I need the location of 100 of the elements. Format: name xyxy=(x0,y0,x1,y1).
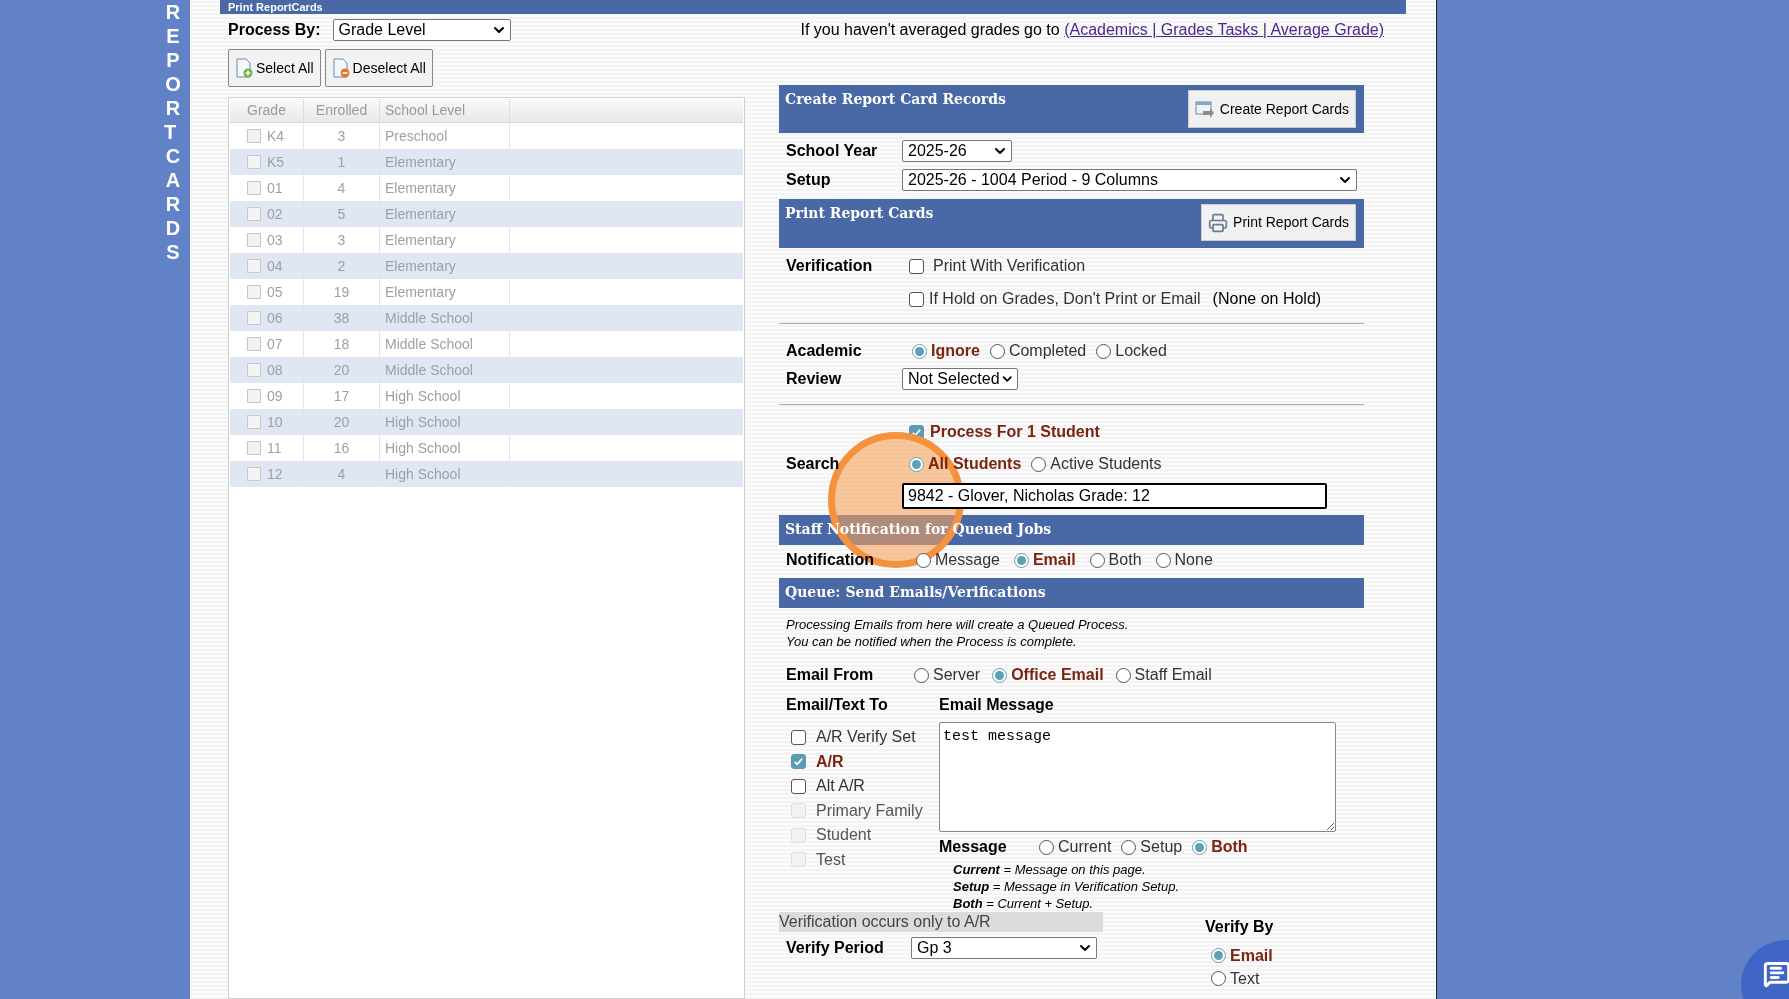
deselect-all-button[interactable]: Deselect All xyxy=(324,49,433,87)
column-header: School Level xyxy=(380,99,510,122)
checkbox-label[interactable]: Alt A/R xyxy=(816,774,865,799)
field-label: Verify By xyxy=(1205,917,1274,937)
radio-button[interactable] xyxy=(916,552,931,568)
process-by-dropdown[interactable]: Grade Level xyxy=(332,19,511,41)
radio-label[interactable]: All Students xyxy=(928,452,1022,476)
document-minus-icon xyxy=(331,58,350,78)
hold-status: (None on Hold) xyxy=(1212,289,1322,309)
table-cell-text: 05 xyxy=(267,282,283,302)
table-cell-text: 11 xyxy=(267,438,282,458)
table-cell-text: 12 xyxy=(267,464,283,484)
field-label: Email From xyxy=(786,665,875,685)
field-label: Review xyxy=(786,369,843,389)
select-all-button[interactable]: Select All xyxy=(228,49,321,87)
radio-button[interactable] xyxy=(1039,839,1054,855)
radio-label[interactable]: Current xyxy=(1058,835,1112,859)
checkbox[interactable] xyxy=(909,258,924,274)
radio-button[interactable] xyxy=(1089,552,1105,568)
note-text: You can be notified when the Process is complete. xyxy=(786,633,1078,650)
section-title: Queue: Send Emails/Verifications xyxy=(785,583,1046,602)
student-search-field[interactable]: 9842 - Glover, Nicholas Grade: 12 xyxy=(902,483,1327,509)
average-grade-link[interactable]: (Academics | Grades Tasks | Average Grade) xyxy=(1064,21,1384,38)
checkbox[interactable] xyxy=(791,778,806,794)
section-title: Create Report Card Records xyxy=(785,90,1006,109)
table-cell: 4 xyxy=(304,461,380,487)
checkbox[interactable] xyxy=(791,729,806,745)
radio-button[interactable] xyxy=(1096,343,1112,359)
radio-label[interactable]: Completed xyxy=(1008,339,1087,363)
radio-label[interactable]: Ignore xyxy=(931,339,980,363)
radio-label[interactable]: Locked xyxy=(1115,339,1167,363)
checkbox[interactable] xyxy=(909,291,924,307)
create-report-cards-button[interactable]: Create Report Cards xyxy=(1187,90,1356,128)
table-cell-text: 08 xyxy=(267,360,283,380)
checkbox[interactable] xyxy=(909,424,924,440)
field-label: Search xyxy=(786,454,841,474)
checkbox-label[interactable]: If Hold on Grades, Don't Print or Email xyxy=(929,287,1201,311)
radio-label[interactable]: Text xyxy=(1230,966,1260,991)
chat-icon xyxy=(1763,960,1789,988)
checkbox-label[interactable]: Process For 1 Student xyxy=(930,420,1100,444)
school-year-dropdown[interactable]: 2025-26 xyxy=(902,140,1012,162)
verify-period-dropdown[interactable]: Gp 3 xyxy=(911,937,1097,959)
email-message-field[interactable]: test message xyxy=(939,722,1336,832)
checkmark-icon xyxy=(793,756,804,768)
table-cell-text: 10 xyxy=(267,412,283,432)
table-cell-text: 09 xyxy=(267,386,283,406)
radio-button[interactable] xyxy=(992,667,1008,683)
field-label: School Year xyxy=(786,141,879,161)
radio-button[interactable] xyxy=(914,667,929,683)
checkbox[interactable] xyxy=(791,754,806,770)
field-label: Setup xyxy=(786,170,832,190)
table-cell-text: 06 xyxy=(267,308,283,328)
radio-button[interactable] xyxy=(912,343,927,359)
note-text: Processing Emails from here will create a Queued Process. xyxy=(786,616,1130,633)
radio-button[interactable] xyxy=(1115,667,1131,683)
radio-label[interactable]: Both xyxy=(1108,548,1142,572)
checkbox-label[interactable]: Print With Verification xyxy=(933,254,1086,278)
field-label: Verify Period xyxy=(786,938,885,958)
radio-button[interactable] xyxy=(1192,839,1208,855)
radio-button[interactable] xyxy=(1211,971,1226,986)
radio-button[interactable] xyxy=(1155,552,1171,568)
field-label: Email/Text To xyxy=(786,695,889,715)
radio-label[interactable]: Message xyxy=(935,548,1000,572)
radio-label[interactable]: Email xyxy=(1230,943,1273,968)
table-cell-text: 02 xyxy=(267,204,283,224)
column-header: Enrolled xyxy=(304,99,380,122)
table-cell-text: 03 xyxy=(267,230,283,250)
review-dropdown[interactable]: Not Selected xyxy=(902,368,1018,390)
radio-label[interactable]: Office Email xyxy=(1011,663,1104,687)
field-label: Process By: xyxy=(228,20,321,40)
radio-label[interactable]: Server xyxy=(933,663,981,687)
setup-dropdown[interactable]: 2025-26 - 1004 Period - 9 Columns xyxy=(902,169,1357,191)
field-label: Academic xyxy=(786,341,863,361)
radio-button[interactable] xyxy=(1211,948,1226,963)
document-plus-icon xyxy=(235,58,253,78)
radio-label[interactable]: None xyxy=(1174,548,1213,572)
table-cell-text: 01 xyxy=(267,178,283,198)
print-report-cards-button[interactable]: Print Report Cards xyxy=(1201,204,1356,241)
radio-label[interactable]: Setup xyxy=(1140,835,1183,859)
notice-text: If you haven't averaged grades go to (Academics | Grades Tasks | Average Grade) xyxy=(800,20,1384,40)
radio-label[interactable]: Both xyxy=(1211,835,1248,859)
checkmark-icon xyxy=(911,426,922,438)
radio-button[interactable] xyxy=(1031,456,1047,472)
radio-label[interactable]: Email xyxy=(1032,548,1076,572)
section-title: Print Report Cards xyxy=(785,204,934,223)
field-label: Email Message xyxy=(939,695,1055,715)
table-cell: High School xyxy=(380,461,510,487)
radio-label[interactable]: Active Students xyxy=(1050,452,1162,476)
verification-note: Verification occurs only to A/R xyxy=(779,912,1103,932)
radio-label[interactable]: Staff Email xyxy=(1134,663,1212,687)
radio-button[interactable] xyxy=(909,456,924,472)
radio-button[interactable] xyxy=(989,343,1005,359)
checkbox-label[interactable]: A/R Verify Set xyxy=(816,725,916,750)
checkbox-label[interactable]: A/R xyxy=(816,749,844,774)
radio-button[interactable] xyxy=(1121,839,1137,855)
radio-button[interactable] xyxy=(1013,552,1029,568)
sidebar-title: REPORT CARDS xyxy=(163,0,182,265)
legend-text: Both = Current + Setup. xyxy=(953,895,1095,912)
table-cell-text: K5 xyxy=(267,152,285,172)
table-cell-text: 07 xyxy=(267,334,283,354)
